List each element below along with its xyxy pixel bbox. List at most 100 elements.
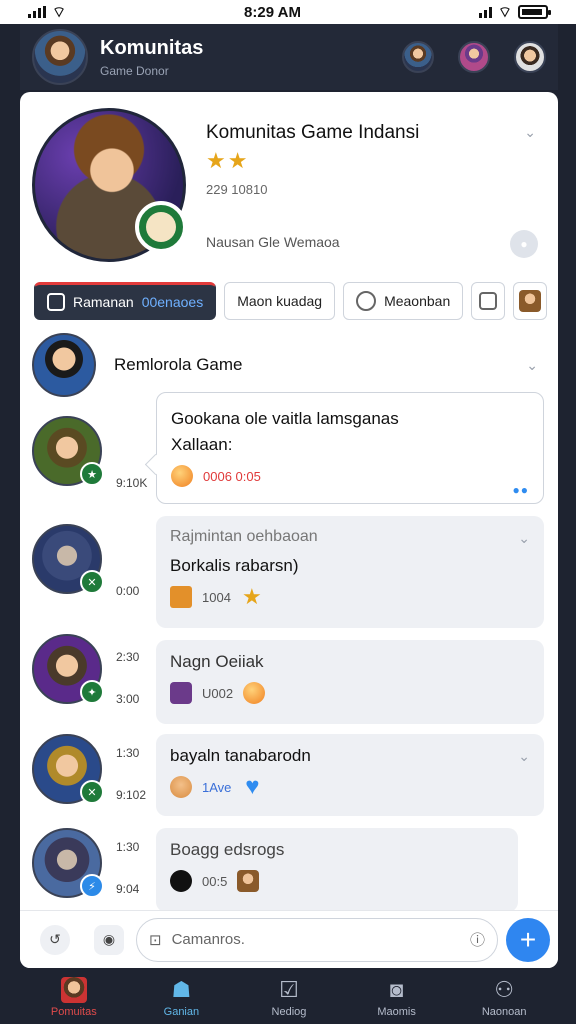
hero-icon[interactable] bbox=[237, 870, 260, 892]
cell-signal-icon bbox=[478, 6, 492, 18]
community-name: Komunitas Game Indansi bbox=[206, 122, 420, 143]
chevron-down-icon[interactable]: ⌄ bbox=[518, 530, 530, 547]
section-title: Remlorola Game bbox=[114, 355, 243, 374]
rank-badge-icon bbox=[135, 201, 187, 253]
image-icon[interactable]: ⊡ bbox=[149, 931, 162, 949]
user-avatar[interactable]: ✦ bbox=[32, 634, 104, 704]
user-icon: ⚇ bbox=[494, 976, 515, 1002]
header-titles: Komunitas Game Donor bbox=[100, 37, 402, 78]
level-badge-icon: ⚡ bbox=[80, 874, 104, 898]
message-header: Boagg edsrogs bbox=[170, 840, 285, 859]
chevron-down-icon[interactable]: ⌄ bbox=[526, 357, 538, 374]
message-text: bayaln tanabarodn bbox=[170, 746, 311, 765]
user-avatar[interactable]: ⚡ bbox=[32, 828, 104, 898]
reactions: 1004 ★ bbox=[170, 586, 530, 608]
chevron-down-icon[interactable]: ⌄ bbox=[524, 124, 536, 141]
community-status: Nausan Gle Wemaoa bbox=[206, 234, 340, 250]
message-time: 0:00 bbox=[116, 584, 140, 598]
profile-avatar-icon bbox=[60, 976, 87, 1003]
nav-label: Nediog bbox=[271, 1005, 307, 1018]
user-avatar[interactable]: ★ bbox=[32, 416, 104, 486]
heart-black-icon[interactable] bbox=[170, 870, 192, 892]
section-avatar bbox=[32, 333, 96, 397]
message-time: 3:00 bbox=[116, 692, 140, 706]
reaction-count: U002 bbox=[202, 685, 234, 701]
camera-icon[interactable]: ◉ bbox=[94, 924, 124, 955]
tab-maon-kuadag[interactable]: Maon kuadag bbox=[224, 282, 336, 320]
community-profile: Komunitas Game Indansi ★★ 229 10810 Naus… bbox=[20, 92, 558, 274]
nav-label: Pomuitas bbox=[50, 1005, 97, 1018]
header-title: Komunitas bbox=[100, 36, 204, 59]
member-avatar[interactable] bbox=[514, 41, 546, 73]
message-item: ✦ 2:30 3:00 Nagn Oeiiak U002 bbox=[30, 634, 546, 724]
reaction-count: 1Ave bbox=[202, 779, 232, 795]
message-item: ✕ 1:30 9:102 bayaln tanabarodn 1Ave ♥ ⌄ bbox=[30, 734, 546, 818]
avatar-emoji-icon[interactable] bbox=[170, 776, 192, 798]
message-bubble[interactable]: Nagn Oeiiak U002 bbox=[156, 640, 544, 724]
message-text: Xallaan: bbox=[171, 435, 233, 454]
header-subtitle: Game Donor bbox=[100, 63, 169, 78]
message-bubble[interactable]: Gookana ole vaitla lamsganas Xallaan: 00… bbox=[156, 392, 544, 504]
nav-label: Naonoan bbox=[481, 1005, 527, 1018]
message-text: Borkalis rabarsn) bbox=[170, 556, 299, 575]
reactions: 1Ave ♥ bbox=[170, 775, 530, 799]
message-time: 1:30 bbox=[116, 840, 140, 854]
nav-item-naonoan[interactable]: ⚇ Naonoan bbox=[459, 977, 549, 1018]
nav-item-pomuitas[interactable]: Pomuitas bbox=[29, 976, 119, 1018]
tab-ramanan[interactable]: Ramanan 00enaoes bbox=[34, 282, 217, 320]
message-bubble[interactable]: bayaln tanabarodn 1Ave ♥ ⌄ bbox=[156, 734, 544, 816]
member-avatar[interactable] bbox=[458, 41, 490, 73]
member-avatar[interactable] bbox=[402, 41, 434, 73]
nav-item-maomis[interactable]: ◙ Maomis bbox=[352, 977, 442, 1018]
gift-icon[interactable] bbox=[170, 586, 192, 608]
chat-bubble-icon[interactable]: ● bbox=[510, 230, 538, 258]
item-icon[interactable] bbox=[170, 682, 192, 704]
chevron-down-icon[interactable]: ⌄ bbox=[518, 748, 530, 765]
battery-icon bbox=[518, 5, 551, 19]
message-time: 9:10K bbox=[116, 476, 148, 490]
edit-icon: ☑ bbox=[279, 976, 299, 1002]
tab-meaonban[interactable]: Meaonban bbox=[343, 282, 464, 320]
user-avatar[interactable]: ✕ bbox=[32, 524, 104, 594]
message-item: ⚡ 1:30 9:04 Boagg edsrogs 00:5 bbox=[30, 828, 546, 912]
reactions: U002 bbox=[170, 682, 530, 704]
level-badge-icon: ★ bbox=[80, 462, 104, 486]
refresh-icon[interactable]: ↺ bbox=[40, 924, 70, 955]
settings-icon bbox=[356, 291, 377, 311]
message-item: ✕ 0:00 Rajmintan oehbaoan Borkalis rabar… bbox=[30, 516, 546, 630]
community-card: Komunitas Game Indansi ★★ 229 10810 Naus… bbox=[20, 92, 558, 968]
heart-icon[interactable]: ♥ bbox=[241, 775, 263, 799]
tab-profile[interactable] bbox=[513, 282, 548, 320]
message-time: 2:30 bbox=[116, 650, 140, 664]
message-bubble[interactable]: Boagg edsrogs 00:5 bbox=[156, 828, 518, 912]
message-time: 1:30 bbox=[116, 746, 140, 760]
status-left: ⌔ bbox=[28, 3, 66, 22]
nav-item-ganian[interactable]: ☗ Ganian bbox=[136, 977, 226, 1018]
tab-messages[interactable] bbox=[471, 282, 506, 320]
wifi-icon-right: ⌔ bbox=[497, 3, 512, 21]
reactions: 00:5 bbox=[170, 870, 504, 892]
message-time: 9:04 bbox=[116, 882, 140, 896]
user-avatar[interactable]: ✕ bbox=[32, 734, 104, 804]
more-dots-icon[interactable]: ●● bbox=[513, 483, 530, 497]
camera-nav-icon: ◙ bbox=[389, 976, 404, 1002]
message-bubble[interactable]: Rajmintan oehbaoan Borkalis rabarsn) 100… bbox=[156, 516, 544, 628]
reactions: 0006 0:05 bbox=[171, 465, 529, 487]
emoji-icon[interactable] bbox=[243, 682, 266, 704]
rating-stars: ★★ bbox=[206, 148, 250, 173]
level-badge-icon: ✕ bbox=[80, 570, 104, 594]
nav-item-nediog[interactable]: ☑ Nediog bbox=[244, 977, 334, 1018]
controller-icon: ☗ bbox=[171, 976, 192, 1002]
emoji-icon[interactable] bbox=[171, 465, 193, 487]
community-avatar[interactable] bbox=[32, 29, 88, 85]
info-icon[interactable]: ⓘ bbox=[470, 929, 485, 950]
reaction-count: 0006 0:05 bbox=[203, 468, 261, 484]
star-icon[interactable]: ★ bbox=[241, 586, 263, 608]
message-input[interactable]: ⊡ Camanros. ⓘ bbox=[136, 917, 498, 962]
section-header[interactable]: Remlorola Game ⌄ bbox=[32, 330, 546, 400]
nav-label: Maomis bbox=[377, 1005, 416, 1018]
tab-accent-label: 00enaoes bbox=[141, 294, 204, 310]
add-button[interactable]: + bbox=[506, 917, 550, 962]
message-composer: ↺ ◉ ⊡ Camanros. ⓘ + bbox=[20, 910, 558, 968]
community-large-avatar[interactable] bbox=[32, 108, 187, 262]
